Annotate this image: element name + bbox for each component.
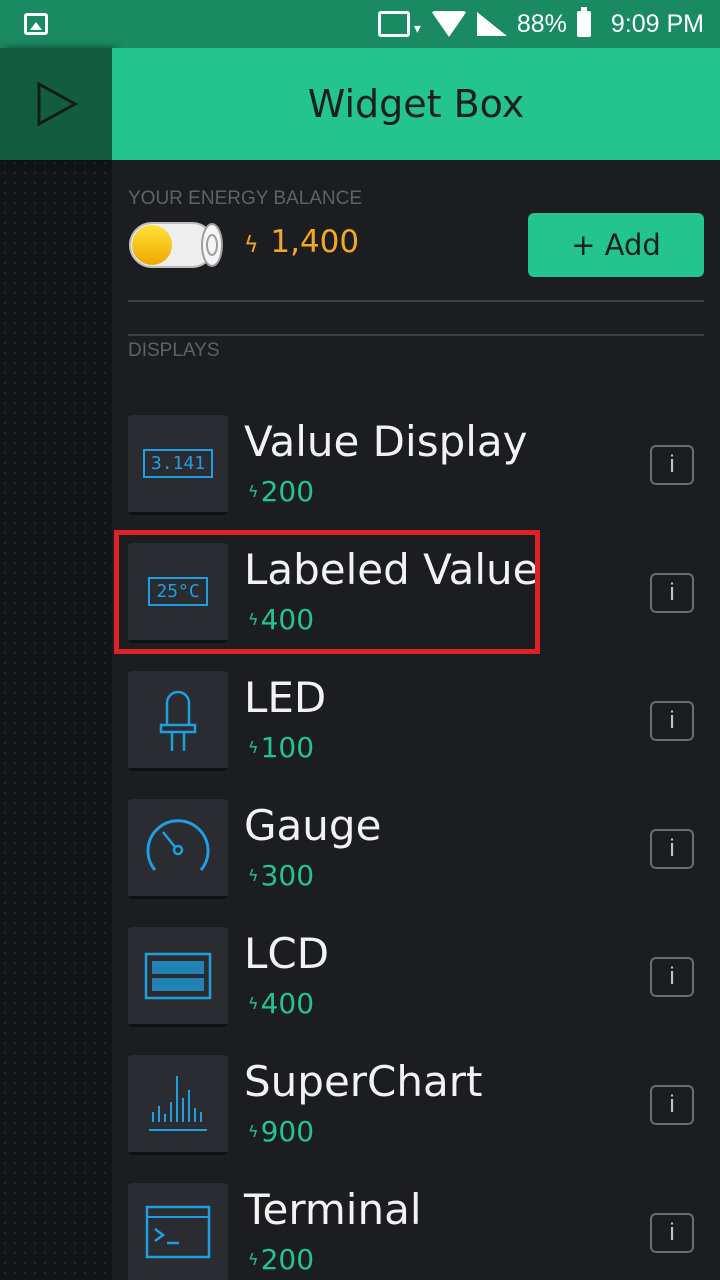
widget-cost: ϟ 300 xyxy=(248,859,314,892)
image-notification-icon xyxy=(24,13,48,35)
add-energy-button[interactable]: + Add xyxy=(528,213,704,277)
widget-name: Value Display xyxy=(244,417,528,466)
widget-box-panel: YOUR ENERGY BALANCE ϟ 1,400 + Add DISPLA… xyxy=(112,160,720,1280)
bolt-icon: ϟ xyxy=(248,994,259,1013)
battery-icon xyxy=(576,7,591,37)
info-button[interactable]: i xyxy=(650,1213,694,1253)
widget-name: LED xyxy=(244,673,327,722)
page-title: Widget Box xyxy=(307,82,525,126)
widget-labeled-value[interactable]: 25°C Labeled Value ϟ 400 i xyxy=(128,543,704,643)
led-icon xyxy=(128,671,228,771)
gauge-icon-graphic xyxy=(146,818,210,871)
status-bar: ▾ 88% 9:09 PM xyxy=(0,0,720,48)
bolt-icon: ϟ xyxy=(248,738,259,757)
widget-cost-value: 300 xyxy=(260,859,315,892)
info-button[interactable]: i xyxy=(650,829,694,869)
energy-battery-icon xyxy=(129,222,223,268)
widget-name: SuperChart xyxy=(244,1057,483,1106)
energy-balance-value: 1,400 xyxy=(270,224,360,260)
labeled-value-icon-text: 25°C xyxy=(148,577,208,606)
bolt-icon: ϟ xyxy=(248,482,259,501)
labeled-value-icon: 25°C xyxy=(128,543,228,643)
widget-cost-value: 900 xyxy=(260,1115,315,1148)
widget-cost-value: 200 xyxy=(260,1243,315,1276)
widget-name: LCD xyxy=(244,929,330,978)
bolt-icon: ϟ xyxy=(248,610,259,629)
lcd-icon xyxy=(128,927,228,1027)
widget-superchart[interactable]: SuperChart ϟ 900 i xyxy=(128,1055,704,1155)
widget-cost: ϟ 200 xyxy=(248,475,314,508)
widget-cost: ϟ 100 xyxy=(248,731,314,764)
displays-section-label: DISPLAYS xyxy=(128,340,220,361)
divider xyxy=(128,334,704,336)
play-icon xyxy=(37,81,79,127)
terminal-icon xyxy=(128,1183,228,1280)
widget-cost-value: 100 xyxy=(260,731,315,764)
project-canvas xyxy=(0,48,112,1280)
value-display-icon: 3.141 xyxy=(128,415,228,515)
cast-icon xyxy=(377,11,410,37)
clock: 9:09 PM xyxy=(610,9,704,38)
signal-icon xyxy=(476,12,507,36)
bolt-icon: ϟ xyxy=(248,866,259,885)
superchart-icon xyxy=(128,1055,228,1155)
widget-cost: ϟ 900 xyxy=(248,1115,314,1148)
widget-led[interactable]: LED ϟ 100 i xyxy=(128,671,704,771)
bolt-icon: ϟ xyxy=(248,1122,259,1141)
info-button[interactable]: i xyxy=(650,701,694,741)
bolt-icon: ϟ xyxy=(248,1250,259,1269)
widget-cost-value: 400 xyxy=(260,603,315,636)
widget-name: Terminal xyxy=(244,1185,422,1234)
data-arrow-icon: ▾ xyxy=(413,19,421,36)
energy-balance-label: YOUR ENERGY BALANCE xyxy=(128,188,363,209)
energy-balance: ϟ 1,400 xyxy=(244,224,359,260)
widget-cost: ϟ 400 xyxy=(248,603,314,636)
gauge-icon xyxy=(128,799,228,899)
widget-gauge[interactable]: Gauge ϟ 300 i xyxy=(128,799,704,899)
widget-name: Labeled Value xyxy=(244,545,539,594)
info-button[interactable]: i xyxy=(650,957,694,997)
widget-value-display[interactable]: 3.141 Value Display ϟ 200 i xyxy=(128,415,704,515)
widget-cost: ϟ 200 xyxy=(248,1243,314,1276)
play-button[interactable] xyxy=(0,48,112,160)
info-button[interactable]: i xyxy=(650,573,694,613)
widget-box-header: Widget Box xyxy=(112,48,720,160)
wifi-icon xyxy=(430,11,467,37)
info-button[interactable]: i xyxy=(650,445,694,485)
widget-lcd[interactable]: LCD ϟ 400 i xyxy=(128,927,704,1027)
widget-cost-value: 200 xyxy=(260,475,315,508)
info-button[interactable]: i xyxy=(650,1085,694,1125)
led-icon-graphic xyxy=(159,690,197,751)
lcd-icon-graphic xyxy=(144,952,212,999)
superchart-icon-graphic xyxy=(149,1075,207,1131)
widget-terminal[interactable]: Terminal ϟ 200 i xyxy=(128,1183,704,1280)
widget-cost-value: 400 xyxy=(260,987,315,1020)
status-icons: ▾ 88% 9:09 PM xyxy=(377,6,704,42)
divider xyxy=(128,300,704,302)
terminal-icon-graphic xyxy=(145,1205,211,1258)
widget-cost: ϟ 400 xyxy=(248,987,314,1020)
bolt-icon: ϟ xyxy=(244,233,259,258)
battery-percent: 88% xyxy=(516,9,567,38)
widget-name: Gauge xyxy=(244,801,382,850)
value-display-icon-text: 3.141 xyxy=(142,449,214,478)
